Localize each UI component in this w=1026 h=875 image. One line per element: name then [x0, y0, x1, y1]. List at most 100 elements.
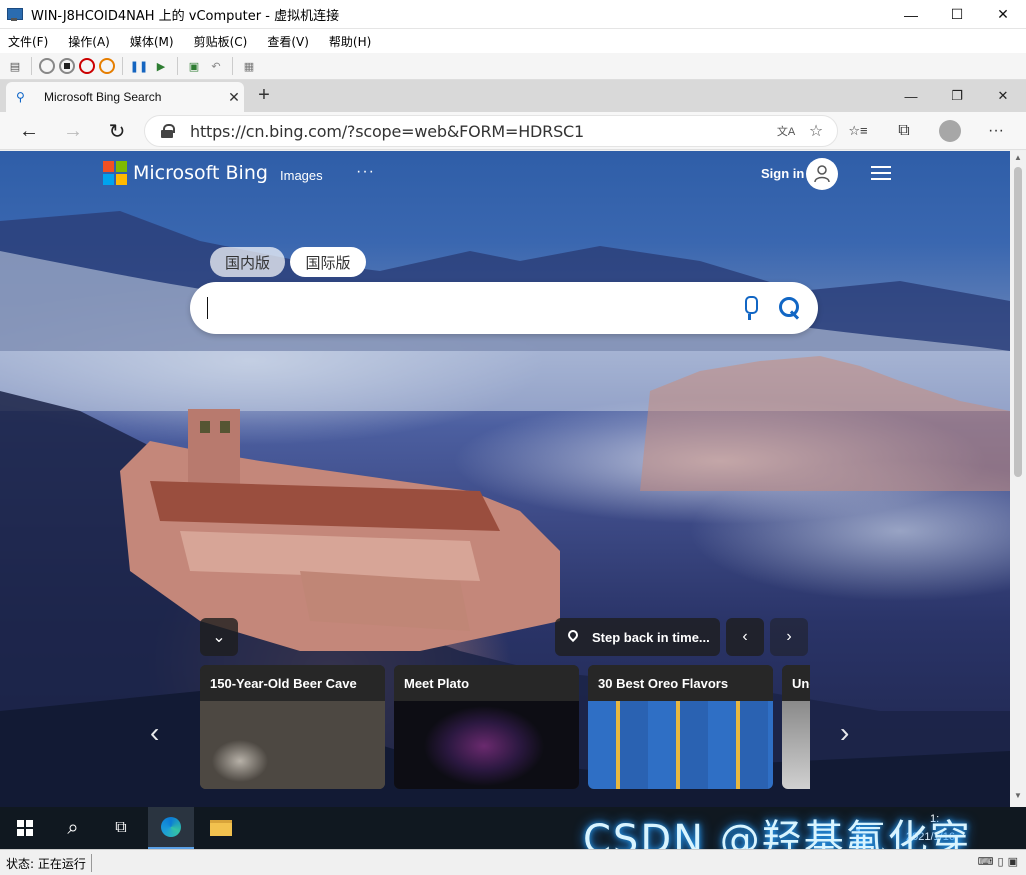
file-explorer-taskbar-button[interactable] [198, 807, 244, 849]
favorites-icon[interactable]: ☆≡ [838, 117, 878, 145]
resume-icon[interactable]: ▶ [152, 57, 170, 75]
browser-window-controls: — ❐ ✕ [888, 80, 1026, 112]
pause-icon[interactable]: ❚❚ [130, 57, 148, 75]
host-title-bar: WIN-J8HCOID4NAH 上的 vComputer - 虚拟机连接 — ☐… [0, 0, 1026, 29]
menu-view[interactable]: 查看(V) [267, 33, 309, 50]
start-button[interactable] [2, 807, 48, 849]
folder-icon [210, 820, 232, 836]
next-image-button[interactable]: › [770, 618, 808, 656]
user-icon[interactable] [806, 158, 838, 190]
news-card-title: Meet Plato [394, 665, 579, 701]
bing-search-favicon-icon: ⚲ [16, 90, 25, 104]
browser-minimize-button[interactable]: — [888, 80, 934, 112]
toolbar-separator [177, 57, 178, 75]
lock-icon[interactable] [161, 124, 175, 138]
microsoft-logo-icon [103, 161, 127, 185]
microphone-icon[interactable] [741, 294, 759, 322]
search-box[interactable] [190, 282, 818, 334]
lock-status-icon: ▣ [1007, 856, 1018, 868]
host-window-controls: — ☐ ✕ [888, 0, 1026, 29]
toolbar-separator [122, 57, 123, 75]
new-tab-button[interactable]: + [252, 84, 276, 108]
host-window-title: WIN-J8HCOID4NAH 上的 vComputer - 虚拟机连接 [31, 8, 340, 24]
start-icon[interactable] [39, 58, 55, 74]
maximize-button[interactable]: ☐ [934, 0, 980, 29]
news-card-title: 30 Best Oreo Flavors [588, 665, 773, 701]
more-links-icon[interactable]: ··· [356, 163, 375, 181]
favorite-star-icon[interactable]: ☆ [801, 121, 831, 141]
menu-clipboard[interactable]: 剪贴板(C) [194, 33, 248, 50]
address-bar[interactable]: https://cn.bing.com/?scope=web&FORM=HDRS… [144, 115, 838, 147]
region-tab-domestic[interactable]: 国内版 [210, 247, 285, 277]
news-card[interactable]: Unc [782, 665, 810, 789]
image-info-button[interactable]: Step back in time... [555, 618, 720, 656]
refresh-button[interactable]: ↻ [102, 118, 132, 144]
host-status-bar: 状态: 正在运行 ⌨ ▯ ▣ [0, 849, 1026, 875]
close-button[interactable]: ✕ [980, 0, 1026, 29]
news-card[interactable]: Meet Plato [394, 665, 579, 789]
vm-toolbar: ▤ ❚❚ ▶ ▣ ↶ ▦ [0, 53, 1026, 80]
images-link[interactable]: Images [280, 168, 323, 183]
news-card-image [394, 701, 579, 789]
region-tab-international[interactable]: 国际版 [290, 247, 366, 277]
browser-tools: ☆≡ ⧉ ··· [838, 117, 1016, 145]
carousel-right-arrow-icon[interactable]: › [840, 717, 849, 749]
mouse-icon: ▯ [997, 856, 1004, 868]
back-button[interactable]: ← [14, 118, 44, 144]
news-card-title: 150-Year-Old Beer Cave [200, 665, 385, 701]
scroll-up-icon[interactable]: ▲ [1010, 153, 1026, 167]
translate-icon[interactable]: 文A [771, 123, 801, 139]
shutdown-icon[interactable] [79, 58, 95, 74]
enhanced-session-icon[interactable]: ▦ [240, 57, 258, 75]
more-menu-icon[interactable]: ··· [976, 117, 1016, 145]
revert-icon[interactable]: ↶ [207, 57, 225, 75]
tab-bing[interactable]: ⚲ Microsoft Bing Search ✕ [6, 82, 244, 112]
browser-tab-bar: ⚲ Microsoft Bing Search ✕ + — ❐ ✕ [0, 80, 1026, 112]
edge-taskbar-button[interactable] [148, 807, 194, 849]
text-cursor [207, 297, 208, 319]
vm-connection-icon [7, 7, 23, 21]
vm-status-text: 状态: 正在运行 [6, 857, 86, 871]
windows-logo-icon [17, 820, 33, 836]
save-state-icon[interactable] [99, 58, 115, 74]
sign-in-link[interactable]: Sign in [761, 166, 804, 181]
bing-logo[interactable]: Microsoft Bing [103, 161, 268, 185]
browser-toolbar: ← → ↻ https://cn.bing.com/?scope=web&FOR… [0, 112, 1026, 150]
browser-close-button[interactable]: ✕ [980, 80, 1026, 112]
news-carousel: 150-Year-Old Beer Cave Meet Plato 30 Bes… [200, 665, 810, 790]
url-text[interactable]: https://cn.bing.com/?scope=web&FORM=HDRS… [190, 122, 771, 141]
task-view-icon[interactable]: ⧉ [98, 807, 144, 849]
tab-close-icon[interactable]: ✕ [224, 89, 244, 106]
search-icon[interactable] [778, 296, 802, 320]
ctrl-alt-del-icon[interactable]: ▤ [6, 57, 24, 75]
news-card[interactable]: 30 Best Oreo Flavors [588, 665, 773, 789]
checkpoint-icon[interactable]: ▣ [185, 57, 203, 75]
minimize-button[interactable]: — [888, 0, 934, 29]
menu-file[interactable]: 文件(F) [8, 33, 48, 50]
scroll-down-icon[interactable]: ▼ [1010, 791, 1026, 805]
collapse-feed-button[interactable]: ⌄ [200, 618, 238, 656]
scrollbar-thumb[interactable] [1014, 167, 1022, 477]
news-card[interactable]: 150-Year-Old Beer Cave [200, 665, 385, 789]
status-separator [91, 854, 92, 872]
news-card-title: Unc [782, 665, 810, 701]
carousel-left-arrow-icon[interactable]: ‹ [150, 717, 159, 749]
image-info-text: Step back in time... [592, 629, 710, 645]
menu-action[interactable]: 操作(A) [68, 33, 110, 50]
turn-off-icon[interactable] [59, 58, 75, 74]
page-scrollbar[interactable]: ▲ ▼ [1010, 151, 1026, 807]
forward-button[interactable]: → [58, 118, 88, 144]
collections-icon[interactable]: ⧉ [884, 117, 924, 145]
tab-label: Microsoft Bing Search [44, 90, 162, 104]
previous-image-button[interactable]: ‹ [726, 618, 764, 656]
menu-help[interactable]: 帮助(H) [329, 33, 371, 50]
menu-media[interactable]: 媒体(M) [130, 33, 174, 50]
bing-brand-text: Microsoft Bing [133, 162, 268, 184]
browser-restore-button[interactable]: ❐ [934, 80, 980, 112]
edge-icon [161, 817, 181, 837]
host-menu-bar: 文件(F) 操作(A) 媒体(M) 剪贴板(C) 查看(V) 帮助(H) [0, 29, 1026, 53]
taskbar-search-icon[interactable]: ⌕ [50, 807, 96, 849]
bing-homepage: Microsoft Bing Images ··· Sign in 国内版 国际… [0, 151, 1010, 807]
profile-avatar[interactable] [939, 120, 961, 142]
hamburger-menu-icon[interactable] [871, 166, 891, 180]
